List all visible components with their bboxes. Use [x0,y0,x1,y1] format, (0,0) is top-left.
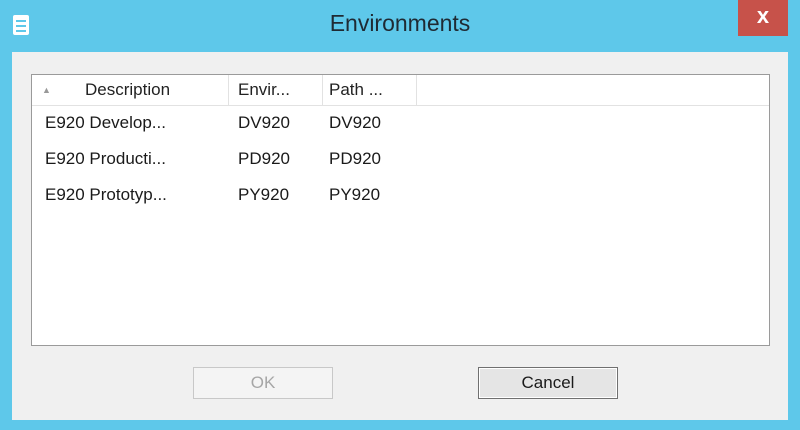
column-header-description[interactable]: ▲ Description [32,75,229,105]
cell-path: PY920 [329,185,381,204]
cell-description: E920 Prototyp... [45,185,167,204]
list-item[interactable]: E920 Producti... PD920 PD920 [32,143,769,175]
close-button[interactable]: x [738,0,788,36]
column-header-label: Envir... [238,80,290,99]
dialog-body: ▲ Description Envir... Path ... E920 Dev… [12,52,788,420]
cancel-button[interactable]: Cancel [478,367,618,399]
list-header: ▲ Description Envir... Path ... [32,75,769,106]
column-header-label: Description [85,80,171,99]
environments-list[interactable]: ▲ Description Envir... Path ... E920 Dev… [31,74,770,346]
list-item[interactable]: E920 Prototyp... PY920 PY920 [32,179,769,211]
window-title: Environments [329,10,471,36]
title-bar[interactable]: Environments x [0,0,800,50]
list-item[interactable]: E920 Develop... DV920 DV920 [32,107,769,139]
sort-ascending-icon: ▲ [42,85,51,95]
cell-environment: PD920 [238,149,290,168]
cell-path: PD920 [329,149,381,168]
column-header-environment[interactable]: Envir... [229,75,323,105]
ok-button[interactable]: OK [193,367,333,399]
column-header-path[interactable]: Path ... [323,75,417,105]
column-header-label: Path ... [329,80,383,99]
cell-environment: PY920 [238,185,290,204]
cell-environment: DV920 [238,113,290,132]
environments-dialog: Environments x ▲ Description Envir... Pa… [0,0,800,430]
cell-path: DV920 [329,113,381,132]
cell-description: E920 Producti... [45,149,166,168]
cell-description: E920 Develop... [45,113,166,132]
